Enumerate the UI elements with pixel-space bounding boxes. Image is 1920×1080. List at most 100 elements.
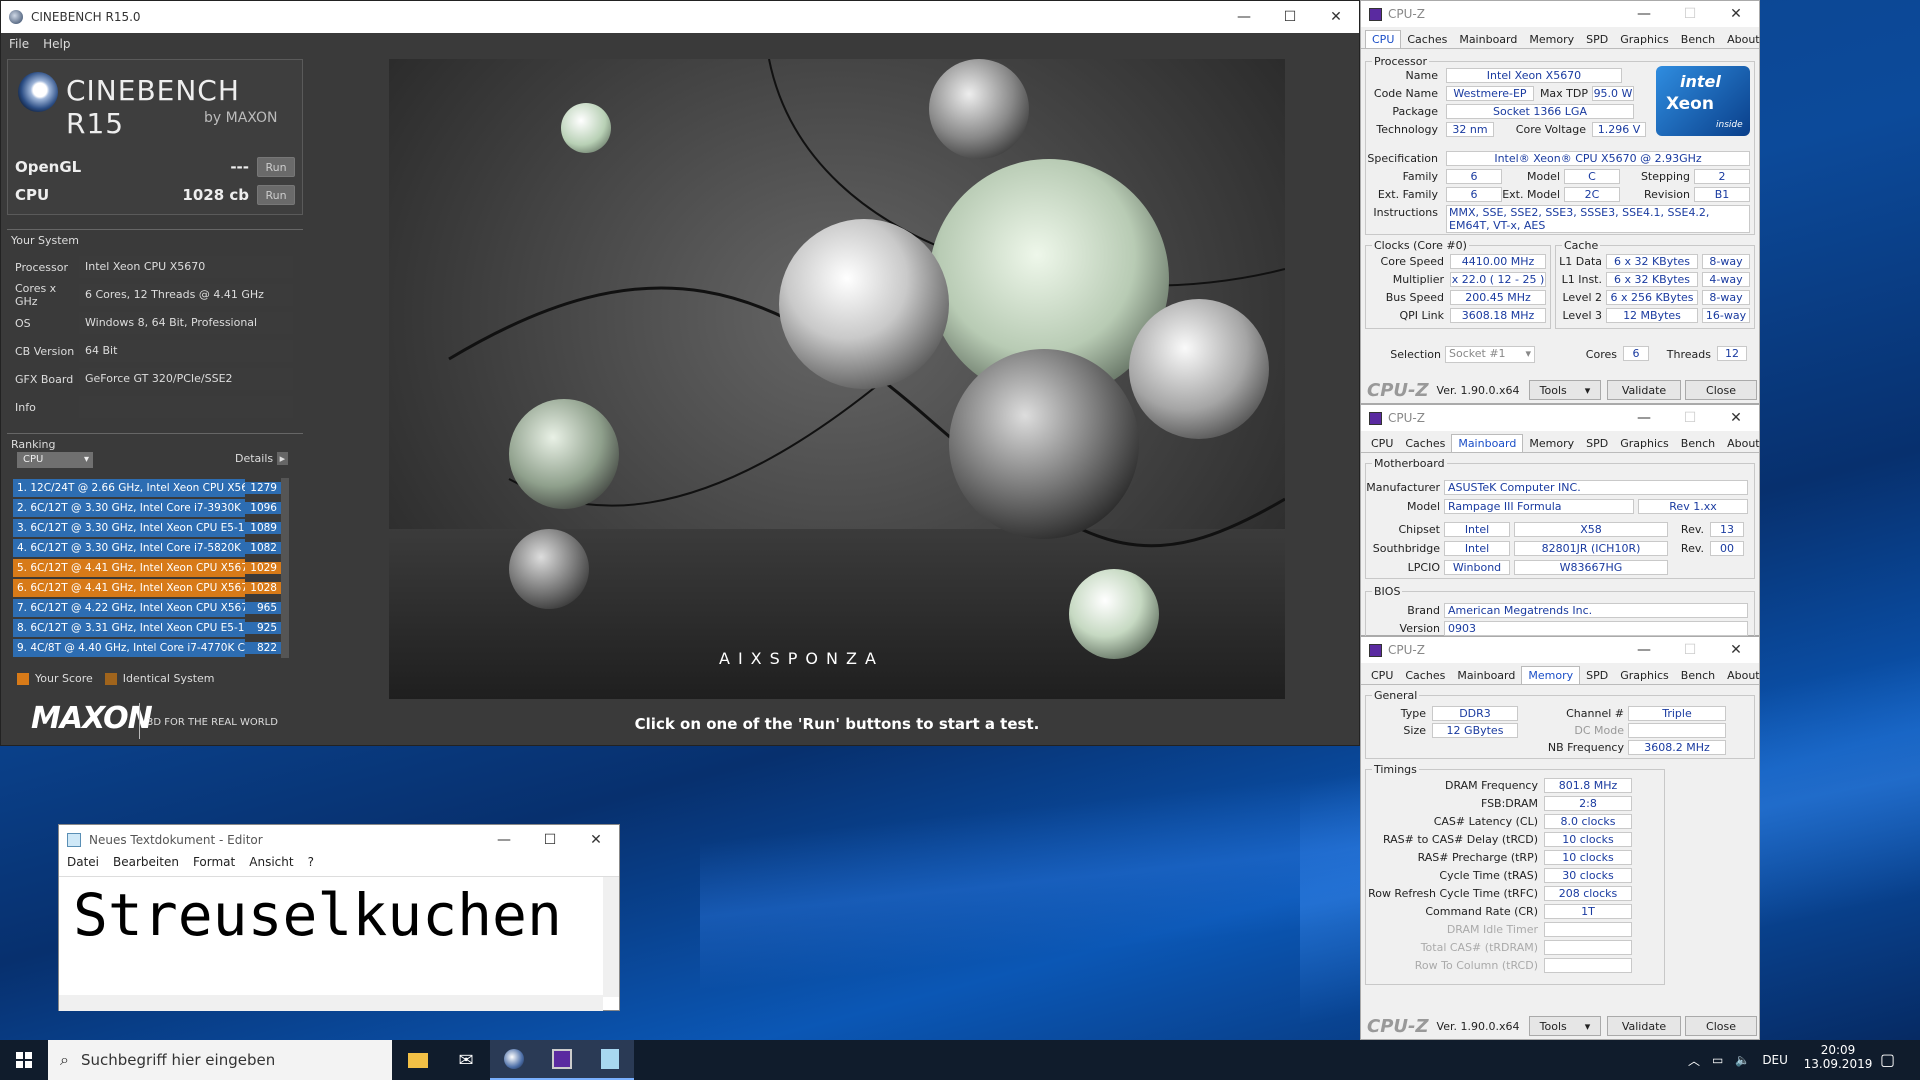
cinebench-window[interactable]: CINEBENCH R15.0 — ☐ ✕ File Help CINEBENC… — [0, 0, 1360, 746]
menu-help[interactable]: ? — [308, 855, 314, 875]
cpuz-memory-window[interactable]: CPU-Z — ☐ ✕ CPU Caches Mainboard Memory SPD Gra… — [1360, 636, 1760, 1040]
logo-sub: by MAXON — [204, 110, 278, 126]
tab-memory[interactable]: Memory — [1521, 666, 1581, 684]
volume-icon[interactable]: 🔈 — [1735, 1053, 1750, 1067]
taskbar-cpuz[interactable] — [538, 1040, 586, 1080]
close-icon[interactable]: ✕ — [1313, 9, 1359, 25]
validate-button[interactable]: Validate — [1607, 1016, 1681, 1036]
clock[interactable]: 20:09 13.09.2019 — [1800, 1043, 1876, 1071]
tab-about[interactable]: About — [1721, 31, 1766, 48]
cpuz-cpu-window[interactable]: CPU-Z — ☐ ✕ CPU Caches Mainboard Memory SPD Gra… — [1360, 0, 1760, 404]
close-button[interactable]: Close — [1685, 380, 1757, 400]
language-indicator[interactable]: DEU — [1762, 1053, 1788, 1067]
ranking-row[interactable]: 6. 6C/12T @ 4.41 GHz, Intel Xeon CPU X56… — [13, 578, 281, 598]
tools-button[interactable]: Tools ▾ — [1529, 1016, 1601, 1036]
minimize-icon[interactable]: — — [1621, 6, 1667, 22]
tab-cpu[interactable]: CPU — [1365, 435, 1399, 452]
menu-file[interactable]: File — [9, 37, 29, 51]
your-score-swatch — [17, 672, 29, 685]
tab-spd[interactable]: SPD — [1580, 667, 1614, 684]
cpuz-titlebar[interactable]: CPU-Z — ☐ ✕ — [1361, 405, 1759, 431]
close-button[interactable]: Close — [1685, 1016, 1757, 1036]
ranking-scrollbar[interactable] — [281, 478, 289, 658]
tab-memory[interactable]: Memory — [1523, 31, 1580, 48]
tab-bench[interactable]: Bench — [1675, 435, 1721, 452]
system-info-key: OS — [15, 316, 31, 330]
tab-caches[interactable]: Caches — [1399, 435, 1451, 452]
menu-bearbeiten[interactable]: Bearbeiten — [113, 855, 179, 875]
minimize-icon[interactable]: — — [481, 832, 527, 848]
taskbar-explorer[interactable] — [394, 1040, 442, 1080]
chevron-up-icon[interactable]: ︿ — [1688, 1052, 1700, 1069]
maximize-icon[interactable]: ☐ — [1267, 9, 1313, 25]
close-icon[interactable]: ✕ — [1713, 6, 1759, 22]
tab-spd[interactable]: SPD — [1580, 31, 1614, 48]
ranking-row[interactable]: 8. 6C/12T @ 3.31 GHz, Intel Xeon CPU E5-… — [13, 618, 281, 638]
timing-value — [1544, 922, 1632, 937]
ranking-label: 2. 6C/12T @ 3.30 GHz, Intel Core i7-3930… — [13, 499, 245, 517]
ranking-dropdown[interactable]: CPU ▾ — [17, 452, 93, 468]
tools-button[interactable]: Tools ▾ — [1529, 380, 1601, 400]
cinebench-titlebar[interactable]: CINEBENCH R15.0 — ☐ ✕ — [1, 1, 1359, 33]
validate-button[interactable]: Validate — [1607, 380, 1681, 400]
system-info-key: Info — [15, 400, 36, 414]
tab-cpu[interactable]: CPU — [1365, 667, 1399, 684]
cpu-run-button[interactable]: Run — [257, 185, 295, 205]
maximize-icon[interactable]: ☐ — [1667, 6, 1713, 22]
close-icon[interactable]: ✕ — [573, 832, 619, 848]
tab-memory[interactable]: Memory — [1523, 435, 1580, 452]
maximize-icon[interactable]: ☐ — [527, 832, 573, 848]
ranking-row[interactable]: 5. 6C/12T @ 4.41 GHz, Intel Xeon CPU X56… — [13, 558, 281, 578]
menu-datei[interactable]: Datei — [67, 855, 99, 875]
ranking-row[interactable]: 1. 12C/24T @ 2.66 GHz, Intel Xeon CPU X5… — [13, 478, 281, 498]
network-icon[interactable]: ▭ — [1712, 1053, 1723, 1067]
notepad-window[interactable]: Neues Textdokument - Editor — ☐ ✕ Datei Be… — [58, 824, 620, 1011]
tab-cpu[interactable]: CPU — [1365, 30, 1402, 48]
notepad-titlebar[interactable]: Neues Textdokument - Editor — ☐ ✕ — [59, 825, 619, 855]
cpuz-titlebar[interactable]: CPU-Z — ☐ ✕ — [1361, 1, 1759, 27]
tab-mainboard[interactable]: Mainboard — [1451, 667, 1521, 684]
taskbar-search[interactable]: ⌕ Suchbegriff hier eingeben — [48, 1040, 392, 1080]
tab-bench[interactable]: Bench — [1675, 667, 1721, 684]
editor-text[interactable]: Streuselkuchen — [73, 881, 562, 949]
details-button[interactable]: Details ▸ — [235, 452, 289, 465]
tab-mainboard[interactable]: Mainboard — [1453, 31, 1523, 48]
vertical-scrollbar[interactable] — [603, 877, 619, 997]
opengl-run-button[interactable]: Run — [257, 157, 295, 177]
tab-graphics[interactable]: Graphics — [1614, 667, 1675, 684]
ranking-row[interactable]: 7. 6C/12T @ 4.22 GHz, Intel Xeon CPU X56… — [13, 598, 281, 618]
ranking-row[interactable]: 2. 6C/12T @ 3.30 GHz, Intel Core i7-3930… — [13, 498, 281, 518]
cpuz-titlebar[interactable]: CPU-Z — ☐ ✕ — [1361, 637, 1759, 663]
cpuz-mainboard-window[interactable]: CPU-Z — ☐ ✕ CPU Caches Mainboard Memory SPD Gra… — [1360, 404, 1760, 637]
tab-graphics[interactable]: Graphics — [1614, 31, 1675, 48]
taskbar-mail[interactable]: ✉ — [442, 1040, 490, 1080]
close-icon[interactable]: ✕ — [1713, 642, 1759, 658]
tab-about[interactable]: About — [1721, 435, 1766, 452]
close-icon[interactable]: ✕ — [1713, 410, 1759, 426]
menu-format[interactable]: Format — [193, 855, 235, 875]
tab-graphics[interactable]: Graphics — [1614, 435, 1675, 452]
taskbar-cinebench[interactable] — [490, 1040, 538, 1080]
ranking-row[interactable]: 9. 4C/8T @ 4.40 GHz, Intel Core i7-4770K… — [13, 638, 281, 658]
ranking-list[interactable]: 1. 12C/24T @ 2.66 GHz, Intel Xeon CPU X5… — [13, 478, 281, 658]
notification-icon[interactable]: ▢ — [1880, 1050, 1895, 1069]
minimize-icon[interactable]: — — [1621, 410, 1667, 426]
tab-spd[interactable]: SPD — [1580, 435, 1614, 452]
socket-select[interactable]: Socket #1 ▾ — [1445, 346, 1535, 363]
menu-help[interactable]: Help — [43, 37, 70, 51]
menu-ansicht[interactable]: Ansicht — [249, 855, 293, 875]
tab-bench[interactable]: Bench — [1675, 31, 1721, 48]
ranking-row[interactable]: 4. 6C/12T @ 3.30 GHz, Intel Core i7-5820… — [13, 538, 281, 558]
start-button[interactable] — [0, 1040, 48, 1080]
maximize-icon[interactable]: ☐ — [1667, 642, 1713, 658]
taskbar-notepad[interactable] — [586, 1040, 634, 1080]
tab-caches[interactable]: Caches — [1399, 667, 1451, 684]
maximize-icon[interactable]: ☐ — [1667, 410, 1713, 426]
horizontal-scrollbar[interactable] — [59, 995, 603, 1011]
tab-about[interactable]: About — [1721, 667, 1766, 684]
minimize-icon[interactable]: — — [1621, 642, 1667, 658]
ranking-row[interactable]: 3. 6C/12T @ 3.30 GHz, Intel Xeon CPU E5-… — [13, 518, 281, 538]
tab-mainboard[interactable]: Mainboard — [1451, 434, 1524, 452]
tab-caches[interactable]: Caches — [1401, 31, 1453, 48]
minimize-icon[interactable]: — — [1221, 9, 1267, 25]
